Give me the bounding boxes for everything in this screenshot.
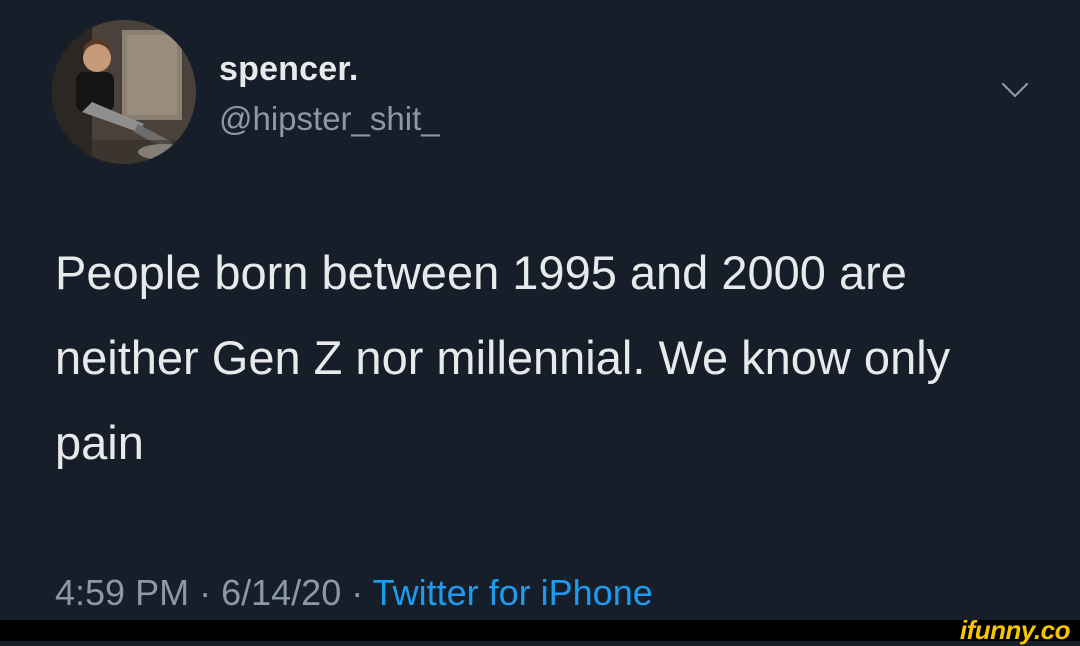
tweet-time[interactable]: 4:59 PM	[55, 572, 189, 613]
tweet-text: People born between 1995 and 2000 are ne…	[55, 246, 951, 469]
meta-separator: ·	[351, 572, 364, 613]
author-handle[interactable]: @hipster_shit_	[219, 100, 440, 138]
ifunny-watermark: ifunny.co	[959, 615, 1071, 645]
meta-separator: ·	[199, 572, 212, 613]
footer-bar	[0, 620, 1080, 641]
tweet-date[interactable]: 6/14/20	[221, 572, 341, 613]
chevron-down-icon[interactable]	[1000, 80, 1030, 100]
avatar[interactable]	[52, 20, 196, 164]
tweet-metadata: 4:59 PM · 6/14/20 · Twitter for iPhone	[55, 572, 653, 614]
tweet-card: spencer. @hipster_shit_ People born betw…	[0, 0, 1080, 620]
author-display-name[interactable]: spencer.	[219, 50, 359, 89]
tweet-source-link[interactable]: Twitter for iPhone	[373, 572, 653, 613]
avatar-photo	[52, 20, 196, 164]
